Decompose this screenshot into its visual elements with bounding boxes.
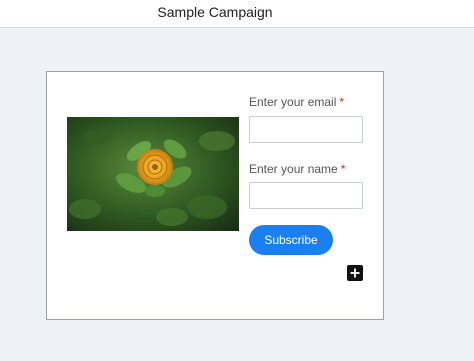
plus-icon	[350, 268, 360, 278]
rose-image	[67, 117, 239, 231]
name-label-text: Enter your name	[249, 162, 338, 176]
email-label-text: Enter your email	[249, 95, 337, 109]
top-bar: Sample Campaign	[0, 0, 474, 28]
email-input[interactable]	[249, 116, 363, 143]
required-marker: *	[339, 95, 345, 109]
signup-form: Enter your email * Enter your name * Subsc…	[46, 71, 384, 320]
email-label: Enter your email *	[249, 95, 344, 109]
campaign-title: Sample Campaign	[157, 4, 273, 20]
add-block-button[interactable]	[347, 265, 363, 281]
subscribe-button[interactable]: Subscribe	[249, 225, 333, 255]
name-label: Enter your name *	[249, 162, 345, 176]
required-marker: *	[340, 162, 346, 176]
name-input[interactable]	[249, 182, 363, 209]
